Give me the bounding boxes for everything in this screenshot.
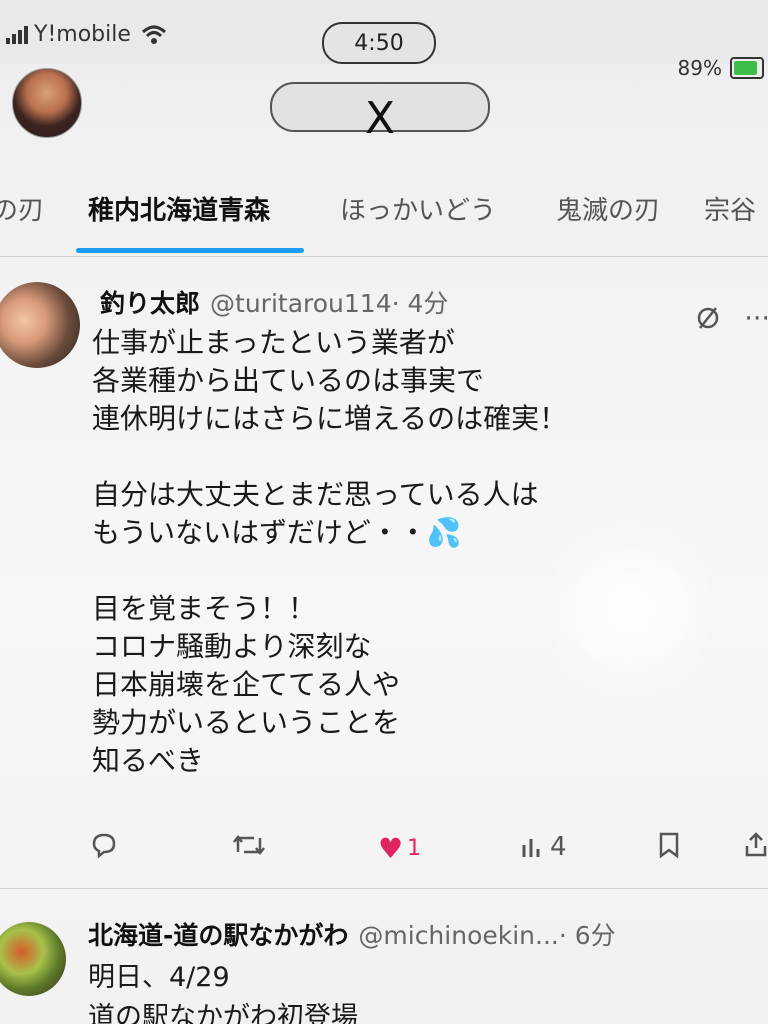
- share-icon: [744, 832, 768, 858]
- views-count: 4: [550, 832, 567, 862]
- heart-icon: ♥: [378, 832, 404, 865]
- screen: Y!mobile 4:50 89% X の刃 稚内北海道青森 ほっかいどう 鬼滅…: [0, 0, 768, 1024]
- tweet-author-name[interactable]: 北海道-道の駅なかがわ: [88, 921, 348, 950]
- tweet-line: 知るべき: [92, 744, 205, 777]
- wifi-icon: [141, 25, 167, 45]
- reply-icon: [90, 832, 118, 858]
- tweet-top-icons: ⋯: [694, 302, 768, 333]
- tweet-text: 明日、4/29 道の駅なかがわ初登場: [88, 958, 358, 1024]
- tweet-actions: ♥ 1 4: [0, 832, 768, 872]
- reply-button[interactable]: [90, 832, 118, 858]
- tweet-time: · 4分: [391, 289, 449, 318]
- tweet-text: 仕事が止まったという業者が 各業種から出ているのは事実で 連休明けにはさらに増え…: [92, 324, 692, 780]
- tweet-time: · 6分: [558, 921, 616, 950]
- tweet-line: 連休明けにはさらに増えるのは確実！: [92, 402, 568, 435]
- tweet-avatar[interactable]: [0, 922, 66, 996]
- retweet-icon: [232, 832, 266, 858]
- tweet-author-handle[interactable]: @turitarou114: [210, 289, 392, 318]
- status-bar: Y!mobile 4:50: [0, 0, 768, 64]
- tweet[interactable]: 北海道-道の駅なかがわ @michinoekin...· 6分 明日、4/29 道…: [0, 890, 768, 1024]
- tweet-header: 釣り太郎 @turitarou114· 4分: [100, 284, 448, 320]
- tweet-line: 仕事が止まったという業者が: [92, 326, 455, 359]
- timeline-tabs: の刃 稚内北海道青森 ほっかいどう 鬼滅の刃 宗谷: [0, 180, 768, 257]
- tweet-line: 明日、4/29: [88, 962, 230, 993]
- battery-icon: [730, 57, 764, 79]
- carrier-indicator: Y!mobile: [6, 22, 167, 47]
- tab-wakkanai[interactable]: 稚内北海道青森: [88, 190, 270, 227]
- bookmark-button[interactable]: [658, 832, 680, 858]
- x-logo-container: X: [270, 82, 490, 144]
- tweet-header: 北海道-道の駅なかがわ @michinoekin...· 6分: [88, 916, 616, 952]
- tab-hokkaido[interactable]: ほっかいどう: [340, 190, 496, 227]
- status-time: 4:50: [322, 22, 436, 64]
- tweet-line: 道の駅なかがわ初登場: [88, 1002, 358, 1024]
- tweet-line: 日本崩壊を企ててる人や: [92, 668, 401, 701]
- tweet-author-handle[interactable]: @michinoekin...: [358, 921, 558, 950]
- tab-soya[interactable]: 宗谷: [704, 190, 756, 227]
- tweet-line: 勢力がいるということを: [92, 706, 401, 739]
- like-button[interactable]: ♥ 1: [378, 832, 421, 865]
- retweet-button[interactable]: [232, 832, 266, 858]
- tab-kimetsu[interactable]: 鬼滅の刃: [556, 190, 660, 227]
- tweet[interactable]: 釣り太郎 @turitarou114· 4分 ⋯ 仕事が止まったという業者が 各業…: [0, 258, 768, 889]
- bookmark-icon: [658, 832, 680, 858]
- signal-icon: [6, 25, 28, 44]
- tweet-avatar[interactable]: [0, 282, 80, 368]
- battery-percent: 89%: [677, 56, 722, 80]
- tweet-line: 自分は大丈夫とまだ思っている人は: [92, 478, 539, 511]
- tweet-line: コロナ騒動より深刻な: [92, 630, 372, 663]
- battery-indicator: 89%: [678, 56, 764, 80]
- tweet-line: 各業種から出ているのは事実で: [92, 364, 485, 397]
- x-logo-icon: X: [364, 92, 396, 144]
- tweet-line: 目を覚まそう！！: [92, 592, 317, 625]
- tab-kimetsu-partial[interactable]: の刃: [0, 190, 44, 227]
- more-icon[interactable]: ⋯: [744, 303, 768, 333]
- views-icon: [520, 835, 546, 859]
- share-button[interactable]: [744, 832, 768, 858]
- views-button[interactable]: 4: [520, 832, 567, 862]
- tweet-author-name[interactable]: 釣り太郎: [100, 289, 200, 318]
- active-tab-indicator: [76, 248, 304, 253]
- profile-avatar[interactable]: [12, 68, 82, 138]
- carrier-name: Y!mobile: [34, 22, 131, 47]
- tweet-line: もういないはずだけど・・💦: [92, 516, 462, 549]
- grok-icon[interactable]: [694, 302, 730, 332]
- like-count: 1: [407, 836, 422, 861]
